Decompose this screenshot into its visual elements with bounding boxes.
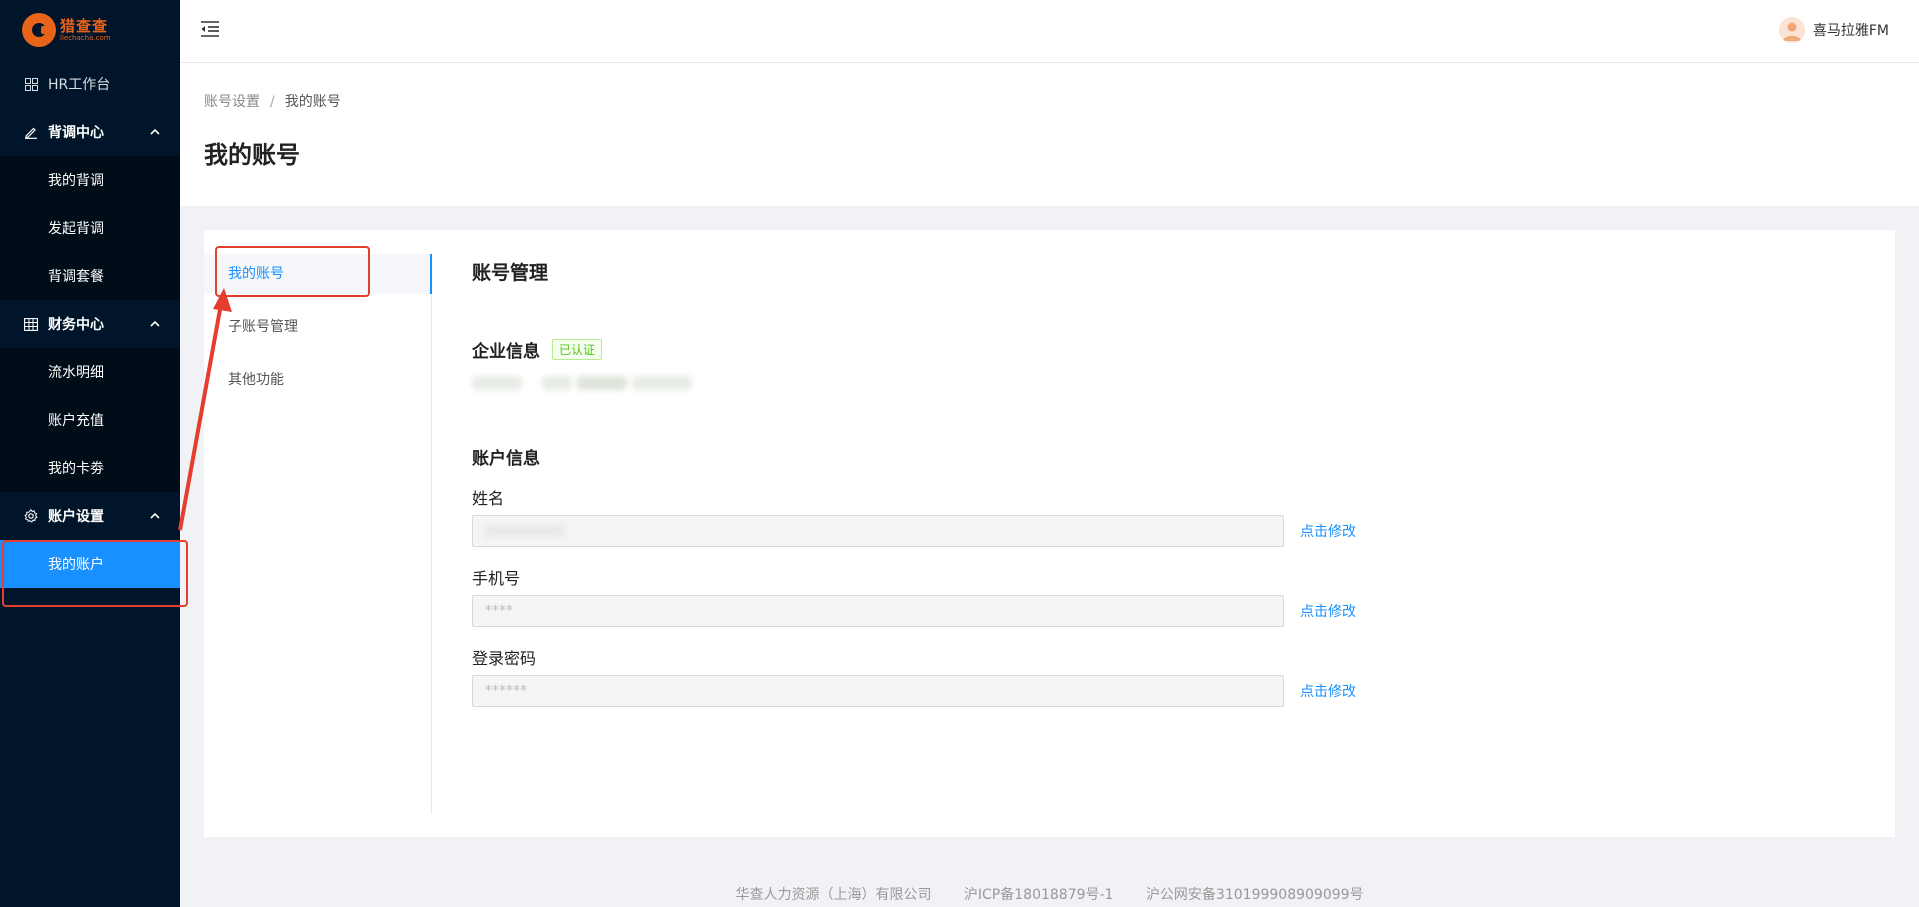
annotation-arrow [178,288,232,531]
